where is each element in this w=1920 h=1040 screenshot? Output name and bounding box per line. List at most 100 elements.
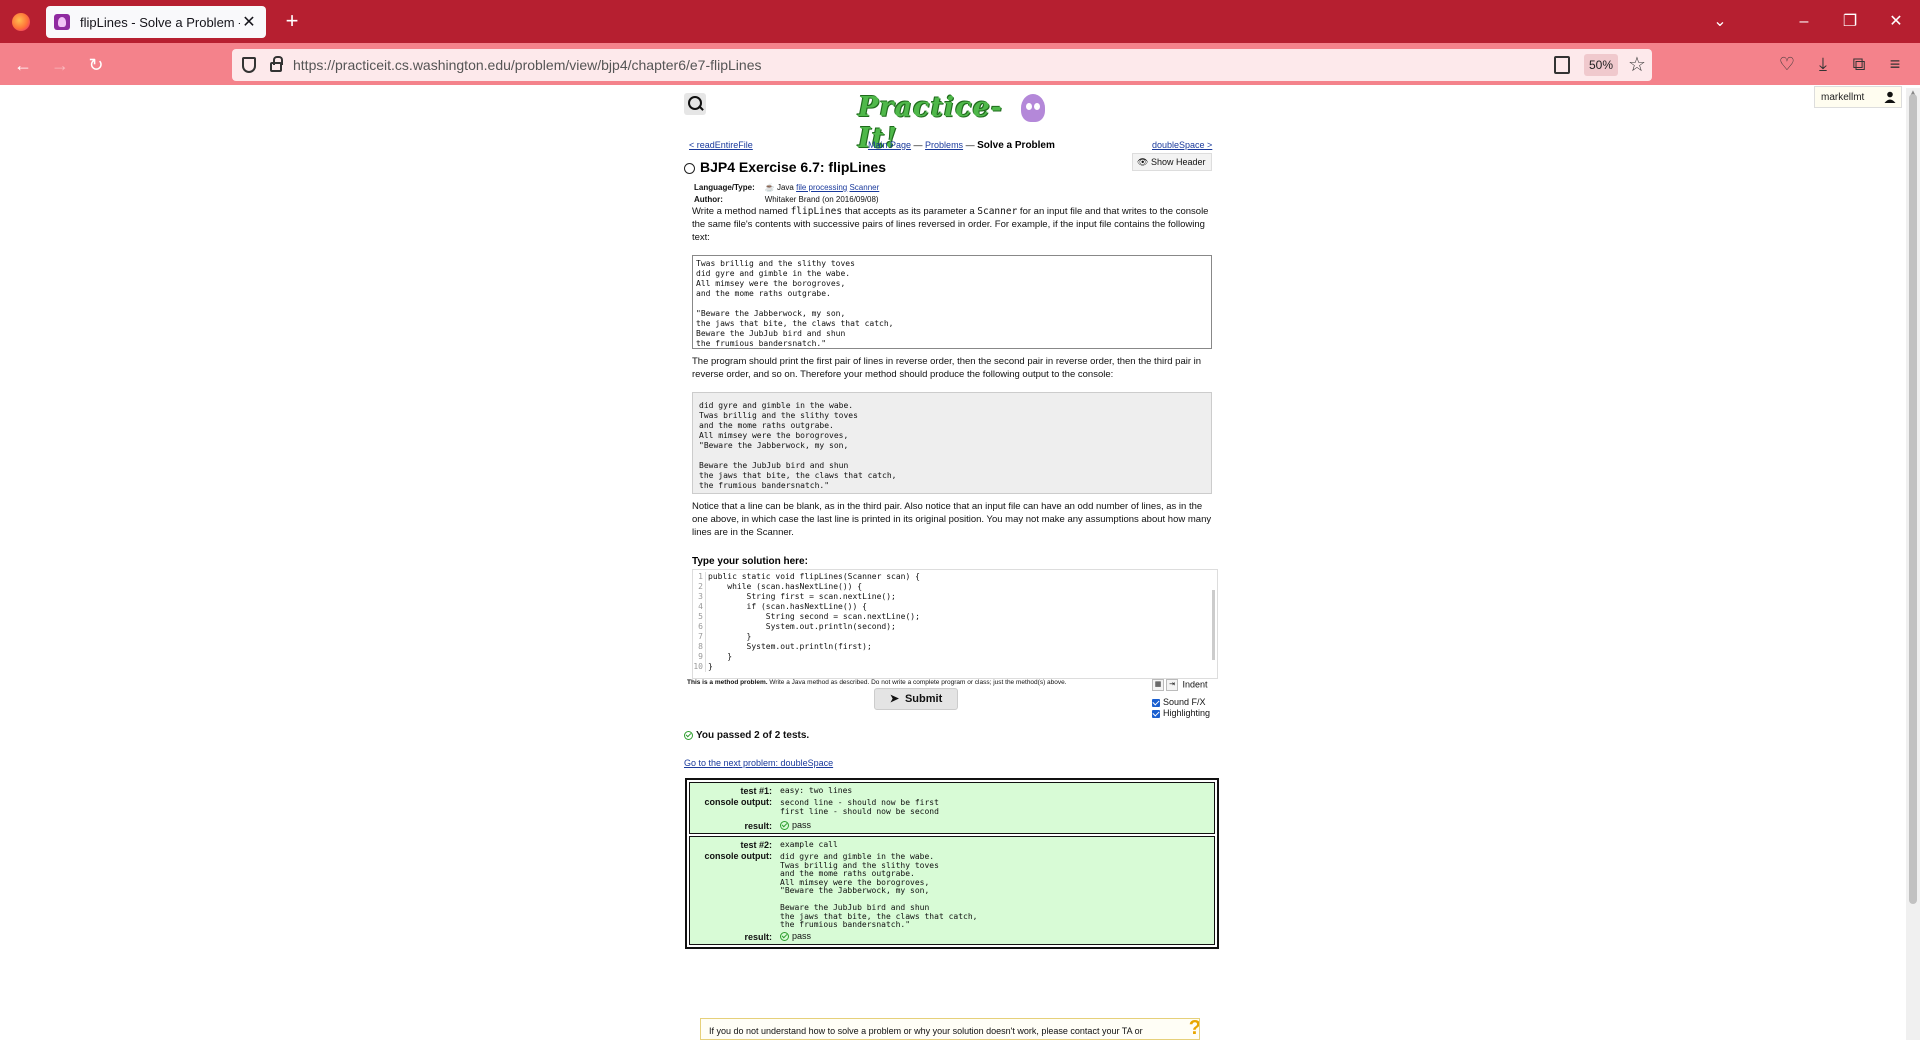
- test-name: easy: two lines: [780, 786, 853, 795]
- check-circle-icon: [684, 730, 693, 740]
- menu-icon[interactable]: ≡: [1883, 52, 1907, 76]
- forward-button[interactable]: →: [47, 52, 73, 78]
- mascot-logo-icon: [1021, 94, 1045, 122]
- browser-tab[interactable]: flipLines - Solve a Problem - Pr ✕: [46, 6, 266, 38]
- console-output-label: console output:: [704, 851, 773, 861]
- tag-scanner[interactable]: Scanner: [849, 183, 879, 192]
- result-label: result:: [744, 821, 772, 831]
- tracking-shield-icon[interactable]: [242, 57, 256, 73]
- zoom-magnifier-icon[interactable]: [684, 93, 706, 115]
- restore-button[interactable]: ❐: [1838, 10, 1862, 34]
- extensions-icon[interactable]: ⧉: [1847, 52, 1871, 76]
- scrollbar-thumb[interactable]: [1909, 94, 1917, 904]
- url-bar[interactable]: https://practiceit.cs.washington.edu/pro…: [232, 49, 1652, 81]
- test-summary: You passed 2 of 2 tests.: [684, 730, 809, 741]
- problem-description-1: Write a method named flipLines that acce…: [692, 206, 1209, 243]
- sound-fx-checkbox[interactable]: Sound F/X: [1152, 697, 1206, 707]
- problem-description-2: The program should print the first pair …: [692, 356, 1202, 380]
- breadcrumb-main-page[interactable]: Main Page: [868, 140, 911, 150]
- indent-button[interactable]: ⇥: [1166, 679, 1178, 691]
- breadcrumb: Main Page — Problems — Solve a Problem: [868, 140, 1055, 151]
- show-header-label: Show Header: [1150, 157, 1206, 167]
- highlighting-label: Highlighting: [1163, 708, 1211, 718]
- bookmark-star-icon[interactable]: ☆: [1628, 52, 1646, 77]
- code-editor[interactable]: 1 2 3 4 5 6 7 8 9 10 public static void …: [692, 569, 1218, 679]
- test-result-row: test #1: easy: two lines console output:…: [689, 782, 1215, 834]
- breadcrumb-current: Solve a Problem: [977, 140, 1055, 151]
- test-results-table: test #1: easy: two lines console output:…: [685, 778, 1219, 949]
- tab-favicon-icon: [54, 14, 70, 30]
- test-result-row: test #2: example call console output: di…: [689, 836, 1215, 945]
- console-output-label: console output:: [704, 797, 773, 807]
- submit-button[interactable]: ➤ Submit: [874, 688, 958, 710]
- downloads-icon[interactable]: ⤓: [1811, 52, 1835, 76]
- url-text[interactable]: https://practiceit.cs.washington.edu/pro…: [293, 57, 761, 73]
- java-icon: ☕: [764, 183, 775, 192]
- author-value: Whitaker Brand (on 2016/09/08): [764, 195, 879, 204]
- list-tabs-chevron-icon[interactable]: ⌄: [1708, 10, 1732, 34]
- result-value: pass: [780, 821, 811, 831]
- author-label: Author:: [694, 195, 723, 204]
- toggle-editor-icon[interactable]: ▦: [1152, 679, 1164, 691]
- unsolved-circle-icon: [684, 163, 695, 174]
- problem-description-3: Notice that a line can be blank, as in t…: [692, 501, 1212, 538]
- page-title: BJP4 Exercise 6.7: flipLines: [700, 159, 886, 175]
- new-tab-button[interactable]: +: [280, 8, 304, 34]
- breadcrumb-separator: —: [911, 140, 926, 150]
- username: markellmt: [1821, 92, 1865, 103]
- code-flipLines: flipLines: [790, 206, 843, 217]
- test-name: example call: [780, 840, 838, 849]
- show-header-button[interactable]: 👁 Show Header: [1132, 153, 1212, 171]
- browser-navbar: ← → ↻ https://practiceit.cs.washington.e…: [0, 43, 1920, 85]
- close-window-button[interactable]: ✕: [1884, 10, 1908, 34]
- console-output: second line - should now be first first …: [780, 798, 939, 816]
- breadcrumb-problems[interactable]: Problems: [925, 140, 963, 150]
- output-example-box: did gyre and gimble in the wabe. Twas br…: [692, 392, 1212, 494]
- solution-code[interactable]: public static void flipLines(Scanner sca…: [705, 572, 920, 672]
- help-notice: If you do not understand how to solve a …: [700, 1018, 1200, 1040]
- page-scrollbar[interactable]: ▲: [1906, 88, 1920, 1040]
- checkbox-checked-icon[interactable]: [1152, 709, 1160, 718]
- help-question-icon[interactable]: ?: [1189, 1019, 1199, 1039]
- tab-title: flipLines - Solve a Problem - Pr: [80, 14, 240, 30]
- user-badge[interactable]: markellmt: [1814, 86, 1902, 108]
- highlighting-checkbox[interactable]: Highlighting: [1152, 708, 1210, 718]
- test-label: test #2:: [740, 840, 772, 850]
- firefox-logo-icon[interactable]: [12, 13, 30, 31]
- line-numbers: 1 2 3 4 5 6 7 8 9 10: [693, 572, 703, 671]
- next-problem-link[interactable]: doubleSpace >: [1152, 140, 1212, 150]
- close-tab-icon[interactable]: ✕: [240, 12, 258, 32]
- language-value: Java: [776, 183, 794, 192]
- pass-check-icon: [780, 932, 789, 942]
- code-scanner: Scanner: [977, 206, 1018, 217]
- editor-label: Type your solution here:: [692, 556, 808, 567]
- minimize-button[interactable]: –: [1792, 10, 1816, 34]
- editor-scrollbar[interactable]: [1212, 590, 1215, 660]
- lock-icon[interactable]: [270, 56, 283, 72]
- next-problem-button-link[interactable]: Go to the next problem: doubleSpace: [684, 758, 833, 768]
- practice-it-logo[interactable]: Practice-It!: [858, 92, 1018, 154]
- language-label: Language/Type:: [694, 183, 755, 192]
- back-button[interactable]: ←: [10, 52, 36, 78]
- user-icon: [1884, 91, 1896, 103]
- pass-check-icon: [780, 821, 789, 831]
- console-output: did gyre and gimble in the wabe. Twas br…: [780, 852, 978, 929]
- indent-label[interactable]: Indent: [1183, 679, 1208, 689]
- input-example-box: Twas brillig and the slithy toves did gy…: [692, 255, 1212, 349]
- prev-problem-link[interactable]: < readEntireFile: [689, 140, 753, 150]
- help-text: If you do not understand how to solve a …: [709, 1026, 1143, 1036]
- browser-titlebar: flipLines - Solve a Problem - Pr ✕ + ⌄ –…: [0, 0, 1920, 43]
- reload-button[interactable]: ↻: [83, 52, 109, 78]
- indent-controls: ▦ ⇥ Indent: [1152, 679, 1208, 691]
- submit-label: Submit: [904, 693, 943, 705]
- result-value: pass: [780, 932, 811, 942]
- reader-view-icon[interactable]: [1554, 56, 1570, 74]
- test-label: test #1:: [740, 786, 772, 796]
- problem-metadata: Language/Type: ☕ Java file processing Sc…: [692, 181, 889, 207]
- checkbox-checked-icon[interactable]: [1152, 698, 1160, 707]
- zoom-level-badge[interactable]: 50%: [1584, 54, 1618, 76]
- rocket-icon: ➤: [889, 693, 899, 705]
- tag-file-processing[interactable]: file processing: [796, 183, 847, 192]
- breadcrumb-separator: —: [963, 140, 978, 150]
- pocket-icon[interactable]: ♡: [1775, 52, 1799, 76]
